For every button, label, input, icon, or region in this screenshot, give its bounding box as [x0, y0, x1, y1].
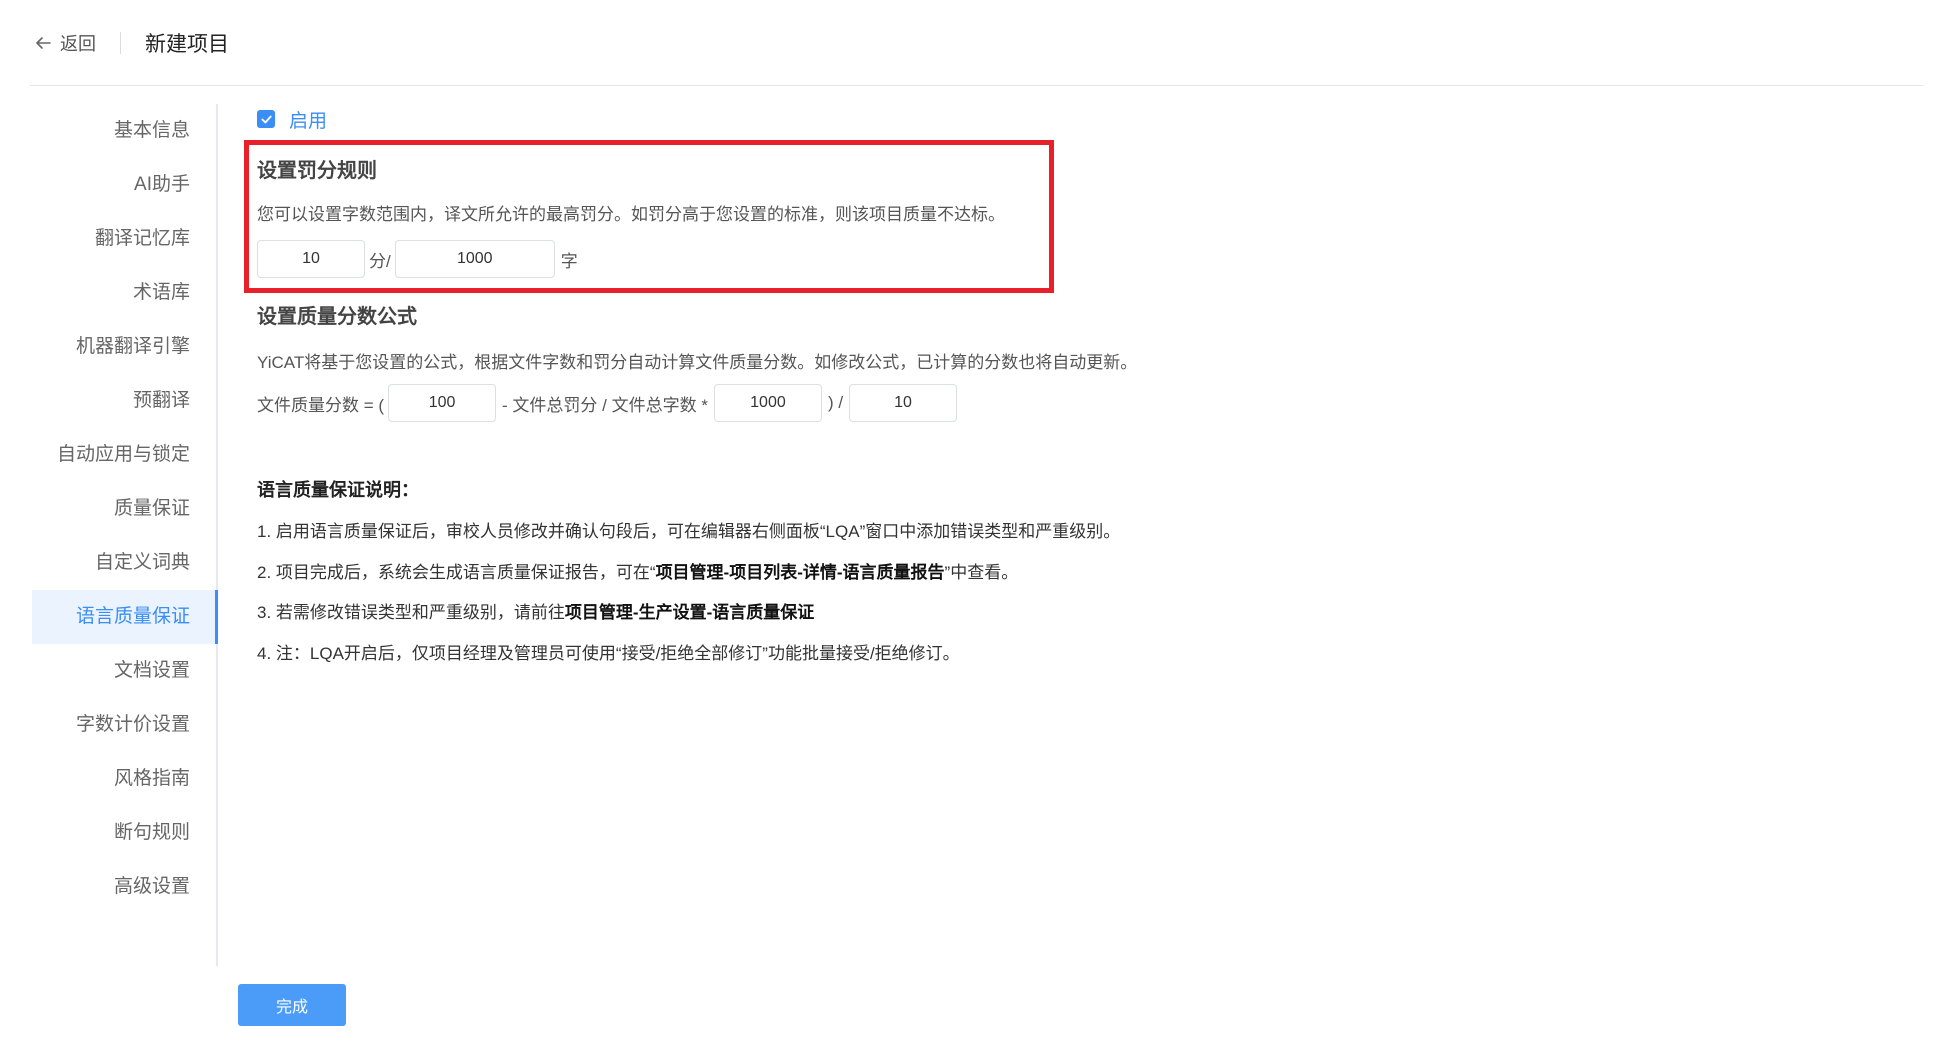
- sidebar-item-mt-engine[interactable]: 机器翻译引擎: [32, 320, 216, 374]
- penalty-description: 您可以设置字数范围内，译文所允许的最高罚分。如罚分高于您设置的标准，则该项目质量…: [257, 205, 1005, 224]
- sidebar-item-lqa[interactable]: 语言质量保证: [32, 590, 218, 644]
- penalty-words-unit: 字: [560, 251, 578, 271]
- sidebar-item-document-settings[interactable]: 文档设置: [32, 644, 216, 698]
- lqa-note-2: 2. 项目完成后，系统会生成语言质量保证报告，可在“项目管理-项目列表-详情-语…: [257, 558, 1018, 583]
- sidebar-nav: 基本信息 AI助手 翻译记忆库 术语库 机器翻译引擎 预翻译 自动应用与锁定 质…: [32, 104, 218, 966]
- lqa-note-1: 1. 启用语言质量保证后，审校人员修改并确认句段后，可在编辑器右侧面板“LQA”…: [257, 522, 1121, 541]
- lqa-note-3: 3. 若需修改错误类型和严重级别，请前往项目管理-生产设置-语言质量保证: [257, 598, 814, 623]
- sidebar-item-basic-info[interactable]: 基本信息: [32, 104, 216, 158]
- sidebar-item-segmentation-rules[interactable]: 断句规则: [32, 806, 216, 860]
- enable-toggle[interactable]: 启用: [257, 106, 327, 132]
- back-button[interactable]: 返回: [34, 30, 96, 56]
- check-icon: [260, 115, 272, 123]
- sidebar-item-custom-dictionary[interactable]: 自定义词典: [32, 536, 216, 590]
- app-root: 返回 新建项目 基本信息 AI助手 翻译记忆库 术语库 机器翻译引擎 预翻译 自…: [0, 0, 1936, 1056]
- sidebar-item-advanced-settings[interactable]: 高级设置: [32, 860, 216, 914]
- lqa-note-2-path: 项目管理-项目列表-详情-语言质量报告: [655, 563, 945, 582]
- arrow-left-icon: [36, 36, 51, 49]
- lqa-note-2-post: ”中查看。: [944, 563, 1019, 582]
- sidebar-item-termbase[interactable]: 术语库: [32, 266, 216, 320]
- sidebar-item-qa[interactable]: 质量保证: [32, 482, 216, 536]
- back-label: 返回: [60, 33, 96, 54]
- done-button[interactable]: 完成: [238, 984, 346, 1026]
- page-title: 新建项目: [145, 32, 229, 56]
- lqa-note-3-path: 项目管理-生产设置-语言质量保证: [564, 603, 815, 622]
- penalty-score-input[interactable]: 10: [257, 240, 365, 278]
- formula-base-input[interactable]: 100: [388, 384, 497, 422]
- formula-multiplier-input[interactable]: 1000: [713, 384, 822, 422]
- lqa-note-4: 4. 注：LQA开启后，仅项目经理及管理员可使用“接受/拒绝全部修订”功能批量接…: [257, 644, 960, 663]
- formula-divisor-input[interactable]: 10: [849, 384, 958, 422]
- sidebar-item-pretranslate[interactable]: 预翻译: [32, 374, 216, 428]
- formula-prefix: 文件质量分数 = (: [257, 395, 385, 415]
- lqa-notes-title: 语言质量保证说明：: [257, 480, 419, 500]
- enable-checkbox[interactable]: [257, 110, 275, 128]
- formula-middle: - 文件总罚分 / 文件总字数 *: [502, 395, 708, 415]
- penalty-score-unit: 分/: [369, 251, 391, 271]
- sidebar-item-auto-apply-lock[interactable]: 自动应用与锁定: [32, 428, 216, 482]
- sidebar-item-translation-memory[interactable]: 翻译记忆库: [32, 212, 216, 266]
- lqa-note-2-pre: 2. 项目完成后，系统会生成语言质量保证报告，可在“: [257, 563, 656, 582]
- enable-label: 启用: [289, 110, 328, 132]
- page-header: 返回 新建项目: [30, 0, 1923, 86]
- formula-description: YiCAT将基于您设置的公式，根据文件字数和罚分自动计算文件质量分数。如修改公式…: [257, 353, 1138, 372]
- sidebar-item-ai-assistant[interactable]: AI助手: [32, 158, 216, 212]
- penalty-inputs: 10 分/ 1000 字: [257, 240, 578, 278]
- formula-close: ) /: [827, 393, 844, 412]
- penalty-title: 设置罚分规则: [257, 160, 377, 182]
- lqa-note-3-pre: 3. 若需修改错误类型和严重级别，请前往: [257, 603, 565, 622]
- formula-title: 设置质量分数公式: [257, 306, 417, 328]
- header-divider: [120, 31, 121, 54]
- formula-row: 文件质量分数 = ( 100 - 文件总罚分 / 文件总字数 * 1000 ) …: [257, 384, 958, 422]
- sidebar-item-style-guide[interactable]: 风格指南: [32, 752, 216, 806]
- sidebar-item-word-pricing[interactable]: 字数计价设置: [32, 698, 216, 752]
- penalty-words-input[interactable]: 1000: [394, 240, 555, 278]
